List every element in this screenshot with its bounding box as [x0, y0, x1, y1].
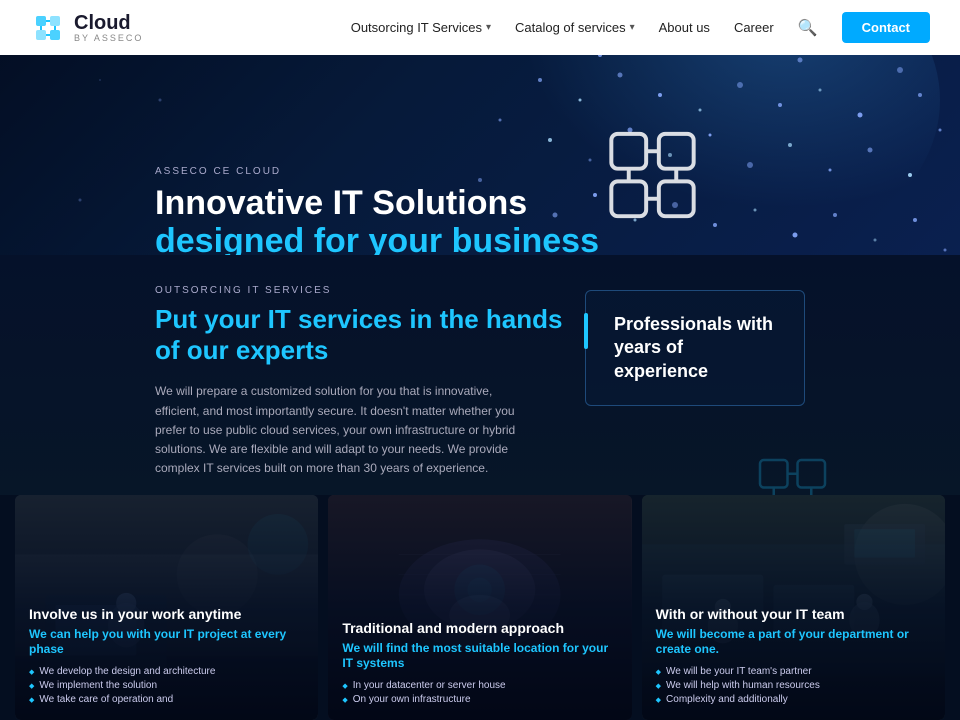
- card3-bullets: We will be your IT team's partner We wil…: [656, 666, 931, 705]
- card-iteam: With or without your IT team We will bec…: [642, 495, 945, 720]
- list-item: We develop the design and architecture: [29, 666, 304, 677]
- logo-text: Cloud: [74, 13, 143, 33]
- quote-bar: [584, 313, 588, 349]
- nav-item-outsourcing[interactable]: Outsorcing IT Services ▾: [351, 20, 491, 35]
- card1-bullets: We develop the design and architecture W…: [29, 666, 304, 705]
- quote-text: Professionals with years of experience: [614, 313, 776, 383]
- list-item: On your own infrastructure: [342, 694, 617, 705]
- contact-button[interactable]: Contact: [842, 12, 930, 43]
- hero-content: ASSECO CE CLOUD Innovative IT Solutions …: [155, 166, 599, 260]
- logo-sub: by asseco: [74, 33, 143, 43]
- list-item: We will be your IT team's partner: [656, 666, 931, 677]
- nav-links: Outsorcing IT Services ▾ Catalog of serv…: [351, 12, 930, 43]
- card3-content: With or without your IT team We will bec…: [642, 593, 945, 720]
- list-item: We implement the solution: [29, 680, 304, 691]
- card-traditional: Traditional and modern approach We will …: [328, 495, 631, 720]
- outsourcing-section: OUTSORCING IT SERVICES Put your IT servi…: [0, 255, 960, 505]
- card1-content: Involve us in your work anytime We can h…: [15, 593, 318, 720]
- chevron-down-icon: ▾: [486, 22, 491, 33]
- nav-item-about[interactable]: About us: [659, 20, 710, 35]
- cards-section: Involve us in your work anytime We can h…: [0, 495, 960, 720]
- list-item: Complexity and additionally: [656, 694, 931, 705]
- chevron-down-icon: ▾: [630, 22, 635, 33]
- card2-content: Traditional and modern approach We will …: [328, 607, 631, 720]
- search-icon[interactable]: 🔍: [798, 18, 818, 38]
- list-item: We take care of operation and: [29, 694, 304, 705]
- card3-title: With or without your IT team: [656, 605, 931, 623]
- logo[interactable]: Cloud by asseco: [30, 10, 143, 46]
- card2-bullets: In your datacenter or server house On yo…: [342, 680, 617, 705]
- card-involve: Involve us in your work anytime We can h…: [15, 495, 318, 720]
- nav-item-career[interactable]: Career: [734, 20, 774, 35]
- navigation: Cloud by asseco Outsorcing IT Services ▾…: [0, 0, 960, 55]
- hero-title: Innovative IT Solutions designed for you…: [155, 185, 599, 260]
- hero-logo-large: [605, 128, 700, 223]
- list-item: We will help with human resources: [656, 680, 931, 691]
- logo-icon: [30, 10, 66, 46]
- card1-subtitle: We can help you with your IT project at …: [29, 627, 304, 658]
- card2-subtitle: We will find the most suitable location …: [342, 641, 617, 672]
- card1-title: Involve us in your work anytime: [29, 605, 304, 623]
- list-item: In your datacenter or server house: [342, 680, 617, 691]
- quote-box: Professionals with years of experience: [585, 290, 805, 406]
- card2-title: Traditional and modern approach: [342, 619, 617, 637]
- card3-subtitle: We will become a part of your department…: [656, 627, 931, 658]
- hero-eyebrow: ASSECO CE CLOUD: [155, 166, 599, 177]
- nav-item-catalog[interactable]: Catalog of services ▾: [515, 20, 635, 35]
- section2-body: We will prepare a customized solution fo…: [155, 382, 535, 478]
